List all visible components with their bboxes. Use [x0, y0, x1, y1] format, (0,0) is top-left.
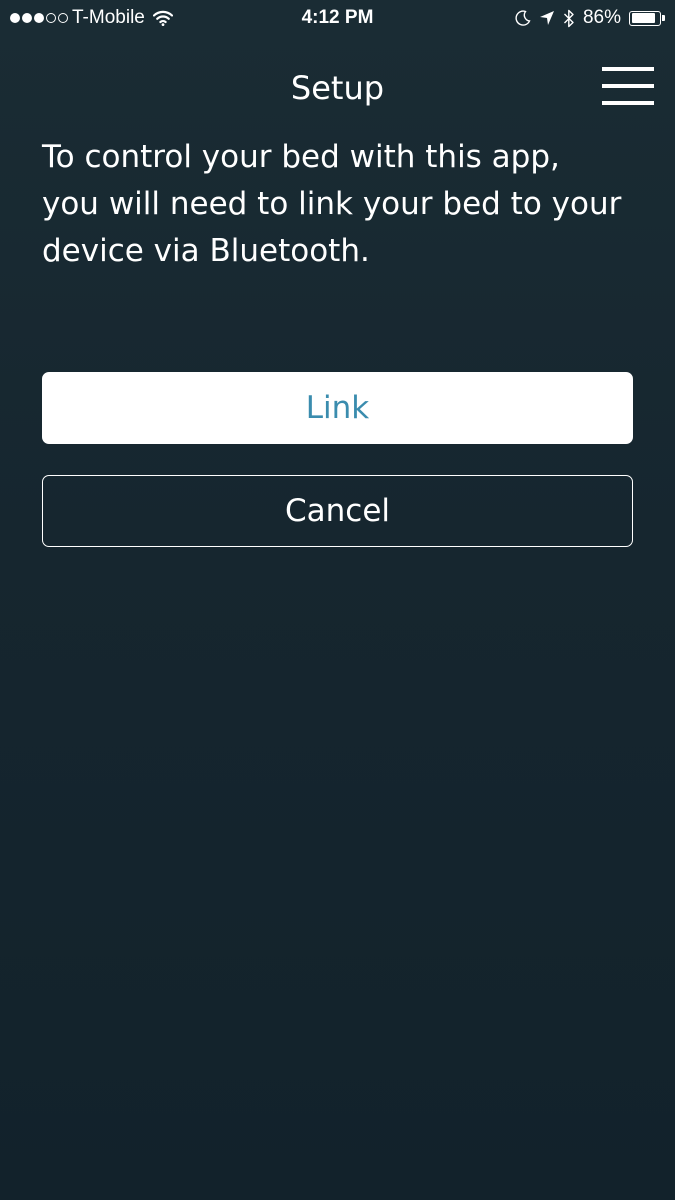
page-title: Setup [290, 69, 385, 107]
moon-icon [515, 10, 531, 26]
menu-bar [602, 84, 654, 88]
battery-percentage: 86% [582, 7, 621, 28]
cancel-button[interactable]: Cancel [42, 475, 633, 547]
bluetooth-icon [563, 9, 574, 27]
battery-tip [662, 15, 665, 21]
battery-fill [631, 13, 655, 23]
status-bar-right: 86% [515, 6, 665, 30]
location-arrow-icon [539, 11, 554, 25]
battery-icon [629, 10, 665, 26]
battery-body [629, 10, 661, 26]
setup-instructions: To control your bed with this app, you w… [42, 139, 622, 269]
menu-bar [602, 101, 654, 105]
menu-bar [602, 67, 654, 71]
hamburger-menu-icon[interactable] [598, 64, 658, 110]
link-button[interactable]: Link [42, 372, 633, 444]
status-bar: T-Mobile 4:12 PM 86% [0, 0, 675, 36]
